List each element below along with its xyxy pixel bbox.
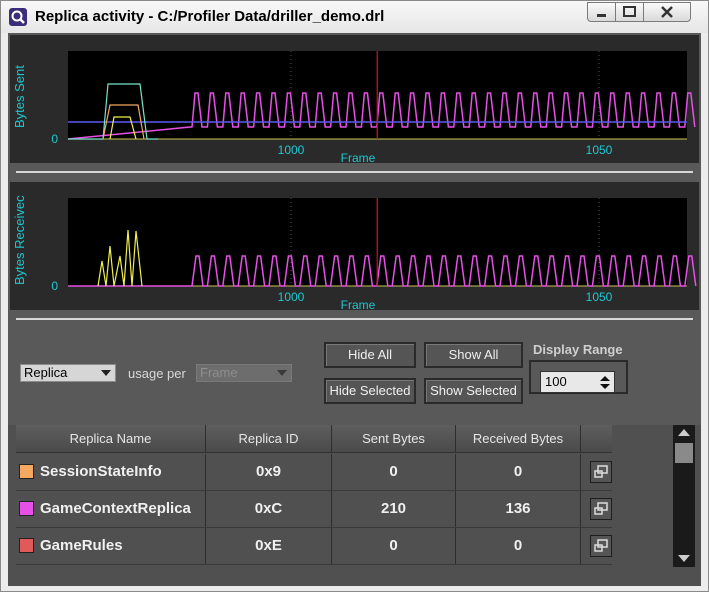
sent-bytes-cell: 0 — [332, 454, 456, 490]
scrollbar-thumb[interactable] — [675, 443, 693, 463]
replica-name: SessionStateInfo — [40, 463, 162, 480]
x-axis-label: Frame — [341, 298, 376, 310]
y-zero-label: 0 — [51, 279, 58, 293]
replica-activity-window: Replica activity - C:/Profiler Data/dril… — [0, 0, 709, 592]
graph-splitter-2[interactable] — [16, 318, 693, 320]
replica-type-combo[interactable]: Replica — [20, 364, 116, 382]
x-axis-label: Frame — [341, 151, 376, 163]
col-actions — [581, 425, 612, 452]
table-row[interactable]: SessionStateInfo 0x9 0 0 — [16, 454, 612, 491]
open-window-icon — [594, 502, 608, 515]
color-swatch[interactable] — [19, 464, 34, 479]
bytes-received-graph[interactable]: 1000 1050 0 Frame Bytes Receivec — [10, 182, 699, 310]
detail-window-button[interactable] — [590, 461, 612, 483]
received-bytes-cell: 0 — [456, 528, 581, 564]
bytes-received-ylabel: Bytes Receivec — [12, 195, 27, 285]
table-row[interactable]: GameContextReplica 0xC 210 136 — [16, 491, 612, 528]
usage-unit-combo[interactable]: Frame — [196, 364, 292, 382]
spin-up-icon[interactable] — [600, 376, 610, 381]
x-tick-label: 1050 — [586, 290, 613, 304]
col-replica-id[interactable]: Replica ID — [206, 425, 332, 452]
window-title: Replica activity - C:/Profiler Data/dril… — [35, 8, 385, 25]
replica-name: GameRules — [40, 537, 123, 554]
usage-per-label: usage per — [128, 366, 186, 381]
display-range-label: Display Range — [533, 342, 623, 357]
col-sent-bytes[interactable]: Sent Bytes — [332, 425, 456, 452]
replica-name-cell: GameRules — [16, 528, 206, 564]
detail-window-button[interactable] — [590, 498, 612, 520]
x-tick-label: 1050 — [586, 143, 613, 157]
received-bytes-cell: 0 — [456, 454, 581, 490]
sent-bytes-cell: 0 — [332, 528, 456, 564]
table-header: Replica Name Replica ID Sent Bytes Recei… — [16, 425, 612, 453]
replica-type-value: Replica — [24, 365, 68, 380]
open-window-icon — [594, 465, 608, 478]
detail-window-button[interactable] — [590, 535, 612, 557]
graph-splitter-1[interactable] — [16, 171, 693, 173]
x-tick-label: 1000 — [278, 290, 305, 304]
table-scrollbar[interactable] — [673, 425, 695, 567]
replica-id-cell: 0xC — [206, 491, 332, 527]
x-tick-label: 1000 — [278, 143, 305, 157]
table-row[interactable]: GameRules 0xE 0 0 — [16, 528, 612, 565]
show-selected-button[interactable]: Show Selected — [424, 378, 523, 404]
display-range-spinbox[interactable]: 100 — [540, 371, 615, 393]
scroll-up-icon[interactable] — [678, 429, 690, 436]
title-bar[interactable]: Replica activity - C:/Profiler Data/dril… — [1, 1, 708, 33]
sent-bytes-cell: 210 — [332, 491, 456, 527]
col-replica-name[interactable]: Replica Name — [16, 425, 206, 452]
replica-name: GameContextReplica — [40, 500, 191, 517]
bytes-sent-chart: 1000 1050 0 Frame — [51, 51, 696, 163]
chevron-down-icon — [277, 370, 287, 376]
bytes-received-chart: 1000 1050 0 Frame — [51, 198, 697, 310]
bytes-sent-graph[interactable]: 1000 1050 0 Frame Bytes Sent — [10, 35, 699, 163]
show-all-button[interactable]: Show All — [424, 342, 523, 368]
received-bytes-cell: 136 — [456, 491, 581, 527]
app-icon — [9, 8, 27, 26]
hide-selected-button[interactable]: Hide Selected — [324, 378, 416, 404]
color-swatch[interactable] — [19, 501, 34, 516]
scroll-down-icon[interactable] — [678, 555, 690, 562]
replica-id-cell: 0x9 — [206, 454, 332, 490]
close-button[interactable] — [643, 2, 691, 22]
y-zero-label: 0 — [51, 132, 58, 146]
main-content: 1000 1050 0 Frame Bytes Sent 1000 1050 0 Frame… — [8, 33, 701, 586]
replica-name-cell: SessionStateInfo — [16, 454, 206, 490]
spin-down-icon[interactable] — [600, 384, 610, 389]
bytes-sent-ylabel: Bytes Sent — [12, 65, 27, 128]
usage-unit-value: Frame — [200, 365, 238, 380]
color-swatch[interactable] — [19, 538, 34, 553]
replica-table: Replica Name Replica ID Sent Bytes Recei… — [8, 425, 701, 586]
replica-name-cell: GameContextReplica — [16, 491, 206, 527]
replica-id-cell: 0xE — [206, 528, 332, 564]
open-window-icon — [594, 539, 608, 552]
display-range-value: 100 — [545, 374, 567, 389]
chevron-down-icon — [101, 370, 111, 376]
minimize-button[interactable] — [587, 2, 616, 22]
maximize-button[interactable] — [615, 2, 644, 22]
hide-all-button[interactable]: Hide All — [324, 342, 416, 368]
col-received-bytes[interactable]: Received Bytes — [456, 425, 581, 452]
